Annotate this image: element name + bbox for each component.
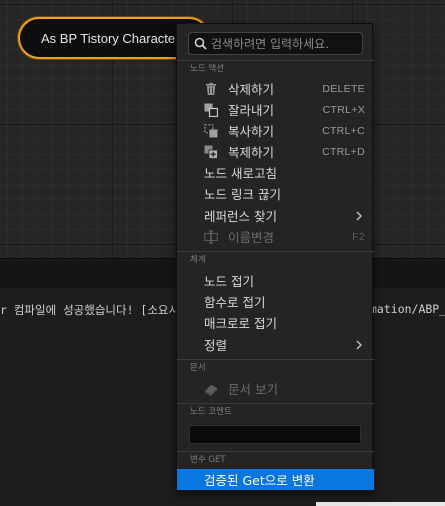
trash-icon — [206, 82, 216, 95]
node-title: As BP Tistory Character — [41, 30, 180, 46]
menu-item-label: 문서 보기 — [228, 382, 278, 397]
compile-log-path[interactable]: mation/ABP_ — [370, 302, 445, 316]
menu-item-break-links[interactable]: 노드 링크 끊기 — [177, 183, 374, 204]
section-label-organization: 체계 — [190, 255, 206, 265]
cut-icon — [204, 103, 218, 117]
copy-icon — [204, 124, 218, 138]
menu-item-label: 레퍼런스 찾기 — [204, 209, 277, 224]
divider — [177, 451, 374, 452]
menu-item-label: 삭제하기 — [228, 82, 275, 97]
menu-item-cut[interactable]: 잘라내기 CTRL+X — [177, 99, 374, 120]
menu-item-label: 잘라내기 — [228, 103, 275, 118]
menu-item-label: 매크로로 접기 — [204, 316, 277, 331]
bottom-strip — [316, 502, 445, 506]
menu-item-label: 복사하기 — [228, 124, 275, 139]
chevron-right-icon — [356, 211, 362, 221]
context-menu: 노드 액션 삭제하기 DELETE 잘라내기 CTRL+X 복사하기 CTRL+… — [176, 23, 374, 490]
chevron-right-icon — [356, 340, 362, 350]
shortcut-label: F2 — [352, 230, 365, 243]
divider — [177, 60, 374, 61]
menu-item-label: 검증된 Get으로 변환 — [204, 473, 315, 488]
section-label-variable-get: 변수 GET — [190, 455, 226, 465]
menu-item-label: 함수로 접기 — [204, 295, 266, 310]
node-comment-input[interactable] — [189, 425, 361, 444]
menu-item-label: 노드 링크 끊기 — [204, 187, 281, 202]
search-box[interactable] — [188, 32, 363, 55]
menu-item-rename: 이름변경 F2 — [177, 226, 374, 247]
section-label-documentation: 문서 — [190, 363, 206, 373]
rename-icon — [204, 230, 218, 244]
section-label-node-actions: 노드 액션 — [190, 64, 224, 74]
shortcut-label: CTRL+X — [322, 103, 365, 116]
section-label-node-comment: 노드 코멘트 — [190, 407, 232, 417]
duplicate-icon — [204, 145, 218, 159]
menu-item-refresh-nodes[interactable]: 노드 새로고침 — [177, 162, 374, 183]
menu-item-label: 노드 접기 — [204, 274, 254, 289]
search-input[interactable] — [211, 36, 359, 51]
menu-item-label: 복제하기 — [228, 145, 275, 160]
shortcut-label: CTRL+C — [322, 124, 365, 137]
menu-item-copy[interactable]: 복사하기 CTRL+C — [177, 120, 374, 141]
divider — [177, 251, 374, 252]
menu-item-alignment[interactable]: 정렬 — [177, 334, 374, 355]
menu-item-collapse-nodes[interactable]: 노드 접기 — [177, 270, 374, 291]
menu-item-convert-to-validated-get[interactable]: 검증된 Get으로 변환 — [177, 469, 374, 490]
menu-item-collapse-to-function[interactable]: 함수로 접기 — [177, 291, 374, 312]
search-icon — [194, 37, 207, 50]
menu-item-duplicate[interactable]: 복제하기 CTRL+D — [177, 141, 374, 162]
divider — [177, 359, 374, 360]
divider — [177, 403, 374, 404]
menu-item-label: 정렬 — [204, 338, 228, 353]
menu-item-label: 노드 새로고침 — [204, 166, 277, 181]
menu-item-find-references[interactable]: 레퍼런스 찾기 — [177, 205, 374, 226]
shortcut-label: DELETE — [322, 82, 365, 95]
book-icon — [205, 385, 217, 396]
menu-item-collapse-to-macro[interactable]: 매크로로 접기 — [177, 312, 374, 333]
menu-item-view-documentation: 문서 보기 — [177, 378, 374, 399]
menu-item-label: 이름변경 — [228, 230, 275, 245]
compile-log-text: r 컴파일에 성공했습니다! [소요시 — [0, 303, 180, 317]
shortcut-label: CTRL+D — [322, 145, 365, 158]
menu-item-delete[interactable]: 삭제하기 DELETE — [177, 78, 374, 99]
